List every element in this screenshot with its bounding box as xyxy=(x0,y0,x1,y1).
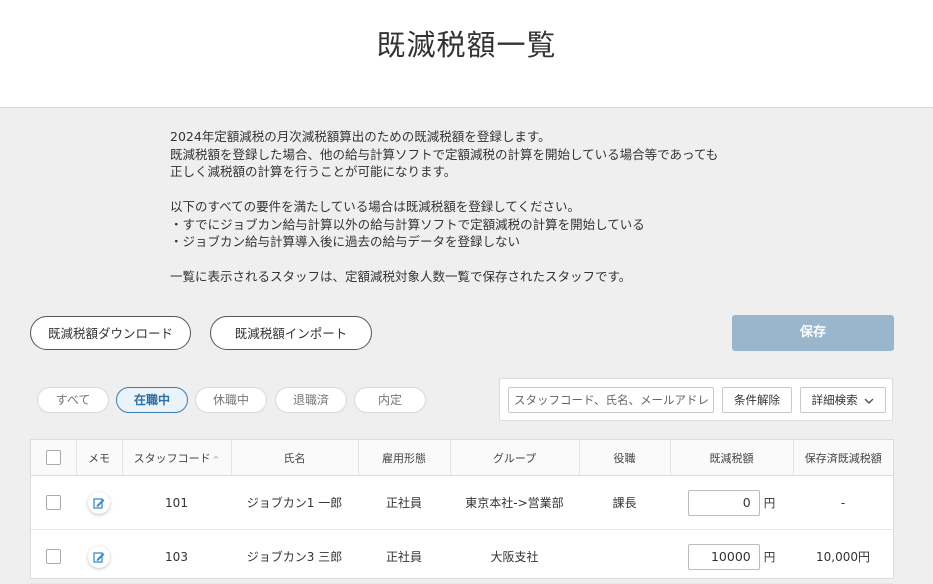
table-row: 101 ジョブカン1 一郎 正社員 東京本社->営業部 課長 円 - xyxy=(31,475,893,530)
tab-all[interactable]: すべて xyxy=(37,387,109,413)
employment-cell: 正社員 xyxy=(358,475,450,530)
sort-arrow-icon: ^ xyxy=(212,454,220,464)
employment-cell: 正社員 xyxy=(358,529,450,584)
description-line: 一覧に表示されるスタッフは、定額減税対象人数一覧で保存されたスタッフです。 xyxy=(170,269,632,284)
staff-code-header[interactable]: スタッフコード ^ xyxy=(122,440,232,476)
download-button[interactable]: 既減税額ダウンロード xyxy=(30,316,191,350)
search-input[interactable] xyxy=(508,387,714,413)
reduced-amount-cell: 円 xyxy=(670,475,793,530)
table-row: 103 ジョブカン3 三郎 正社員 大阪支社 円 10,000円 xyxy=(31,529,893,584)
yen-label: 円 xyxy=(763,495,776,510)
description-line: 既減税額を登録した場合、他の給与計算ソフトで定額減税の計算を開始している場合等で… xyxy=(170,146,719,162)
position-cell: 課長 xyxy=(579,475,670,530)
saved-amount-header: 保存済既減税額 xyxy=(793,440,893,476)
advanced-search-button[interactable]: 詳細検索 xyxy=(800,387,886,413)
memo-header: メモ xyxy=(76,440,123,476)
employment-header: 雇用形態 xyxy=(358,440,451,476)
reduced-amount-input[interactable] xyxy=(687,489,760,516)
saved-amount-cell: - xyxy=(793,475,893,530)
tab-on-leave[interactable]: 休職中 xyxy=(195,387,267,413)
save-button[interactable]: 保存 xyxy=(732,315,894,351)
reduced-amount-cell: 円 xyxy=(670,529,793,584)
description-line: 2024年定額減税の月次減税額算出のための既減税額を登録します。 xyxy=(170,129,551,144)
group-cell: 東京本社->営業部 xyxy=(450,475,579,530)
select-all-header xyxy=(31,440,77,476)
staff-code-header-label: スタッフコード xyxy=(133,451,211,465)
staff-code-cell: 101 xyxy=(122,475,231,530)
staff-table: メモ スタッフコード ^ 氏名 雇用形態 グループ 役職 既減税額 保存済既減税額 xyxy=(30,439,894,584)
saved-amount-cell: 10,000円 xyxy=(793,529,893,584)
position-header: 役職 xyxy=(579,440,671,476)
reduced-amount-input[interactable] xyxy=(687,543,760,570)
description-line: 以下のすべての要件を満たしている場合は既減税額を登録してください。 xyxy=(170,199,581,214)
group-header: グループ xyxy=(450,440,580,476)
tab-employed[interactable]: 在職中 xyxy=(116,387,188,413)
row-checkbox[interactable] xyxy=(46,495,61,510)
select-all-checkbox[interactable] xyxy=(45,450,61,465)
tab-retired[interactable]: 退職済 xyxy=(275,387,347,413)
page-title: 既滅税額一覧 xyxy=(376,28,557,62)
description-text: 2024年定額減税の月次減税額算出のための既減税額を登録します。 既減税額を登録… xyxy=(170,128,870,286)
description-line: 正しく減税額の計算を行うことが可能になります。 xyxy=(170,164,457,179)
memo-edit-icon[interactable] xyxy=(88,545,110,568)
memo-edit-icon[interactable] xyxy=(88,491,110,514)
chevron-down-icon xyxy=(864,389,874,413)
staff-code-cell: 103 xyxy=(122,529,231,584)
position-cell xyxy=(579,529,670,584)
group-cell: 大阪支社 xyxy=(450,529,579,584)
name-cell: ジョブカン3 三郎 xyxy=(231,529,358,584)
search-panel: 条件解除 詳細検索 xyxy=(499,378,893,421)
description-line: ・すでにジョブカン給与計算以外の給与計算ソフトで定額減税の計算を開始している xyxy=(170,216,645,232)
advanced-search-label: 詳細検索 xyxy=(811,393,858,407)
name-header: 氏名 xyxy=(231,440,359,476)
import-button[interactable]: 既減税額インポート xyxy=(210,316,372,350)
yen-label: 円 xyxy=(763,549,776,564)
description-line: ・ジョブカン給与計算導入後に過去の給与データを登録しない xyxy=(170,234,521,249)
page-header: 既滅税額一覧 xyxy=(0,0,933,108)
tab-offer[interactable]: 内定 xyxy=(354,387,426,413)
clear-conditions-button[interactable]: 条件解除 xyxy=(722,387,792,413)
reduced-amount-header: 既減税額 xyxy=(670,440,794,476)
name-cell: ジョブカン1 一郎 xyxy=(231,475,358,530)
table-header-row: メモ スタッフコード ^ 氏名 雇用形態 グループ 役職 既減税額 保存済既減税額 xyxy=(31,440,893,476)
row-checkbox[interactable] xyxy=(46,549,61,564)
